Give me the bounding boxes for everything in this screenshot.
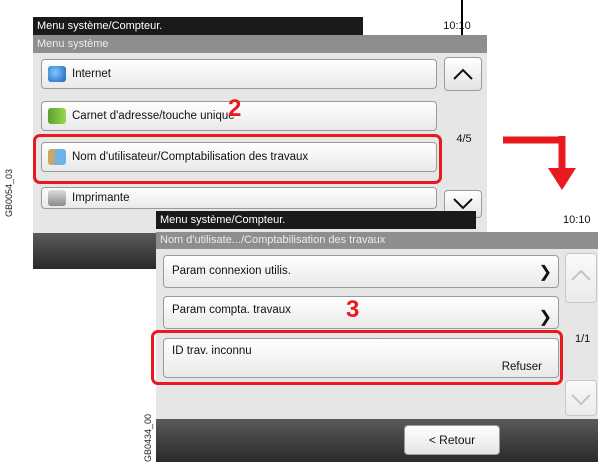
menu-item-internet[interactable]: Internet xyxy=(41,59,437,89)
printer-icon xyxy=(48,190,66,206)
scroll-down-button xyxy=(565,380,597,416)
address-book-icon xyxy=(48,108,66,124)
highlight-box-step2 xyxy=(33,134,442,184)
menu-item-label: Carnet d'adresse/touche unique xyxy=(72,110,235,122)
globe-icon xyxy=(48,66,66,82)
menu-item-login-settings[interactable]: Param connexion utilis. ❯ xyxy=(163,255,559,288)
chevron-up-icon xyxy=(571,269,591,281)
highlight-box-step3 xyxy=(151,330,563,385)
screen2-footer xyxy=(156,419,598,462)
step-number: 3 xyxy=(346,296,360,323)
menu-item-label: Param connexion utilis. xyxy=(172,265,291,277)
menu-item-job-accounting[interactable]: Param compta. travaux ❯ xyxy=(163,296,559,329)
screen1-clock: 10:10 xyxy=(443,20,471,32)
menu-item-label: Param compta. travaux xyxy=(172,304,291,316)
menu-item-label: Internet xyxy=(72,68,111,80)
screen2-header: Nom d'utilisate.../Comptabilisation des … xyxy=(156,232,598,249)
screen2-clock: 10:10 xyxy=(563,214,591,226)
step-number: 2 xyxy=(228,95,242,122)
screen1-title: Menu système/Compteur. xyxy=(37,20,163,32)
chevron-up-icon xyxy=(453,68,473,80)
screen1-title-bar: Menu système/Compteur. xyxy=(33,17,363,35)
arrow-icon xyxy=(503,136,576,190)
back-button[interactable]: < Retour xyxy=(404,425,500,455)
figure-code: GB0434_00 xyxy=(143,413,153,462)
screen1-header: Menu système xyxy=(33,35,487,53)
page-indicator: 1/1 xyxy=(575,333,591,345)
scroll-up-button xyxy=(565,253,597,303)
chevron-right-icon: ❯ xyxy=(538,264,552,281)
screen2-title-bar: Menu système/Compteur. xyxy=(156,211,476,229)
menu-item-label: Imprimante xyxy=(72,192,130,204)
scroll-up-button[interactable] xyxy=(444,57,482,91)
chevron-right-icon: ❯ xyxy=(538,309,552,326)
screen2-title: Menu système/Compteur. xyxy=(160,214,286,226)
figure-code: GB0054_03 xyxy=(4,168,14,217)
page-indicator: 4/5 xyxy=(456,133,472,145)
chevron-down-icon xyxy=(571,394,591,406)
menu-item-printer[interactable]: Imprimante xyxy=(41,187,437,209)
